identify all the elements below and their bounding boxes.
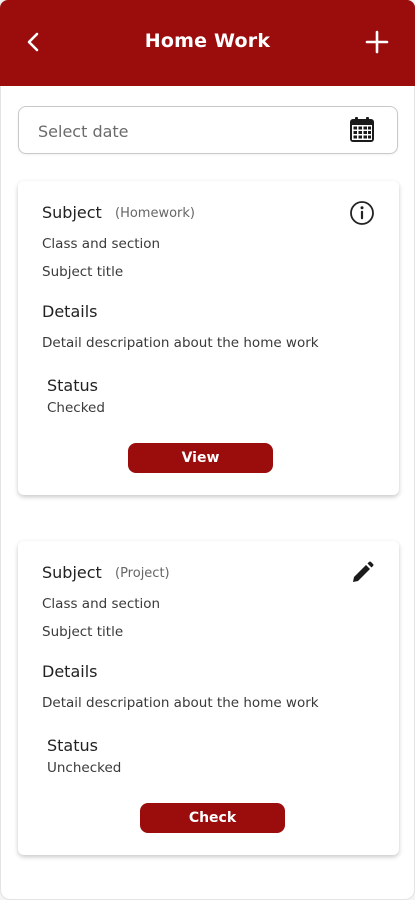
date-input[interactable]	[38, 119, 338, 143]
pencil-edit-icon[interactable]	[349, 560, 375, 586]
subject-title: Subject title	[42, 624, 124, 640]
status-value: Unchecked	[47, 760, 122, 776]
details-label: Details	[42, 662, 98, 681]
view-button[interactable]: View	[128, 443, 273, 473]
check-button[interactable]: Check	[140, 803, 285, 833]
status-label: Status	[47, 736, 98, 755]
homework-type: (Homework)	[115, 206, 195, 221]
class-section: Class and section	[42, 236, 161, 252]
details-text: Detail descripation about the home work	[42, 335, 319, 351]
homework-list: Subject (Homework) Class and section Sub…	[0, 86, 415, 900]
details-label: Details	[42, 302, 98, 321]
subject-label: Subject	[42, 203, 102, 222]
date-picker-field[interactable]	[18, 106, 398, 154]
status-value: Checked	[47, 400, 105, 416]
plus-icon[interactable]	[365, 30, 389, 54]
homework-card: Subject (Project) Class and section Subj…	[18, 541, 399, 855]
details-text: Detail descripation about the home work	[42, 695, 319, 711]
homework-card: Subject (Homework) Class and section Sub…	[18, 181, 399, 495]
page-title: Home Work	[144, 30, 271, 52]
info-icon[interactable]	[349, 200, 375, 226]
phone-screen: Home Work Select date Subject (Homework)…	[0, 0, 415, 900]
status-label: Status	[47, 376, 98, 395]
class-section: Class and section	[42, 596, 161, 612]
subject-label: Subject	[42, 563, 102, 582]
app-bar: Home Work	[0, 0, 415, 86]
subject-title: Subject title	[42, 264, 124, 280]
homework-type: (Project)	[115, 566, 170, 581]
calendar-icon[interactable]	[349, 117, 375, 143]
